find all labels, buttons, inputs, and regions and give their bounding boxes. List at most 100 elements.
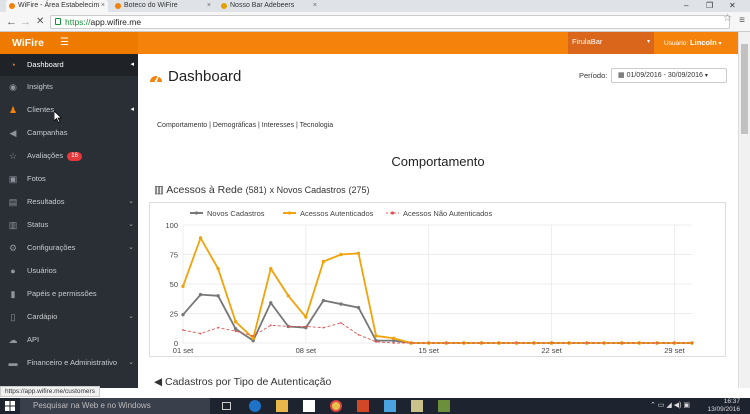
sidebar-item-avaliacoes[interactable]: ☆ Avaliações 16 (0, 145, 138, 167)
sidebar-item-campanhas[interactable]: ◀ Campanhas (0, 122, 138, 144)
x-tick-label: 01 set (173, 346, 194, 355)
brand-logo[interactable]: WiFire (0, 32, 138, 54)
data-point-series-2 (339, 252, 343, 257)
chevron-down-icon: ⌄ (128, 221, 134, 228)
chart-heading-count-cadastros: (275) (348, 185, 370, 195)
user-menu[interactable]: Usuário: Lincoln ▾ (660, 32, 738, 54)
close-tab-icon[interactable]: × (207, 0, 211, 12)
clock-time: 16:37 (723, 398, 740, 405)
data-point-series-3 (533, 342, 535, 344)
sidebar: ◔ Dashboard ◂ ◉ Insights ♟ Clientes ◂ ◀ … (0, 54, 138, 388)
page-title: Dashboard (168, 68, 242, 85)
venue-selector[interactable]: FirulaBar ▾ (568, 32, 654, 54)
address-bar[interactable]: https://app.wifire.me (50, 15, 730, 29)
sidebar-item-financeiro[interactable]: ▬ Financeiro e Administrativo ⌄ (0, 352, 138, 374)
sidebar-item-papeis[interactable]: ▮ Papéis e permissões (0, 283, 138, 305)
chat-icon[interactable] (384, 400, 396, 412)
bookmark-star-icon[interactable]: ☆ (723, 13, 732, 24)
sidebar-item-label: Usuários (27, 266, 57, 275)
browser-menu-icon[interactable]: ≡ (739, 15, 745, 26)
legend-label: Acessos Autenticados (300, 209, 374, 218)
sidebar-item-cardapio[interactable]: ▯ Cardápio ⌄ (0, 306, 138, 328)
chart-heading: ▥ Acessos à Rede (581) x Novos Cadastros… (154, 184, 370, 196)
sidebar-item-resultados[interactable]: ▤ Resultados ⌄ (0, 191, 138, 213)
x-tick-label: 08 set (296, 346, 317, 355)
line-chart: 025507510001 set 08 set 15 set 22 set 29 set… (165, 209, 694, 355)
period-label: Período: (579, 71, 608, 80)
sidebar-item-label: Campanhas (27, 128, 68, 137)
data-point-series-2 (233, 320, 238, 324)
data-point-series-3 (392, 342, 395, 344)
sidebar-item-status[interactable]: ▥ Status ⌄ (0, 214, 138, 236)
system-tray-icons[interactable]: ⌃ ▭ ◢ ◀) ▣ (650, 398, 690, 414)
sidebar-item-api[interactable]: ☁ API (0, 329, 138, 351)
browser-tab-bar: WiFire - Área Estabelecim × Boteco do Wi… (0, 0, 750, 12)
close-tab-icon[interactable]: × (101, 0, 105, 12)
legend-label: Acessos Não Autenticados (403, 209, 492, 218)
book-icon: ▯ (10, 312, 16, 322)
scrollbar-thumb[interactable] (741, 44, 748, 134)
sidebar-item-dashboard[interactable]: ◔ Dashboard ◂ (0, 54, 138, 76)
data-point-series-3 (340, 322, 342, 324)
data-point-series-3 (498, 342, 500, 344)
x-tick-label: 22 set (541, 346, 562, 355)
sidebar-item-fotos[interactable]: ▣ Fotos (0, 168, 138, 190)
clock[interactable]: 16:37 13/09/2016 (700, 398, 740, 414)
browser-tab[interactable]: Boteco do WiFire × (112, 0, 214, 12)
sidebar-item-configuracoes[interactable]: ⚙ Configurações ⌄ (0, 237, 138, 259)
close-window-icon[interactable]: ✕ (729, 0, 736, 12)
app-icon[interactable] (438, 400, 450, 412)
sidebar-item-insights[interactable]: ◉ Insights (0, 76, 138, 98)
megaphone-icon: ◀ (154, 376, 163, 388)
venue-name: FirulaBar (572, 37, 603, 46)
tab-title: WiFire - Área Estabelecim (18, 2, 100, 9)
forward-icon[interactable]: → (20, 15, 31, 29)
sidebar-item-usuarios[interactable]: ● Usuários (0, 260, 138, 282)
url-scheme: https:// (65, 17, 91, 27)
chrome-icon[interactable] (330, 400, 342, 412)
data-point-series-3 (673, 342, 676, 344)
file-explorer-icon[interactable] (276, 400, 288, 412)
windows-start-icon[interactable] (5, 401, 15, 411)
megaphone-icon: ◀ (9, 128, 17, 138)
notepad-icon[interactable] (411, 400, 423, 412)
powerpoint-icon[interactable] (357, 400, 369, 412)
close-tab-icon[interactable]: × (313, 0, 317, 12)
data-point-series-1 (233, 327, 238, 331)
users-icon: ♟ (8, 105, 18, 115)
caret-left-icon: ◂ (130, 106, 134, 113)
sidebar-item-clientes[interactable]: ♟ Clientes ◂ (0, 99, 138, 121)
browser-tab-active[interactable]: WiFire - Área Estabelecim × (6, 0, 108, 12)
avaliacoes-count-badge: 16 (67, 152, 82, 161)
data-point-series-3 (585, 342, 588, 344)
minimize-icon[interactable]: – (684, 0, 688, 12)
data-point-series-3 (375, 340, 377, 343)
period-date-picker[interactable]: ▦ 01/09/2016 - 30/09/2016 ▾ (611, 68, 727, 83)
edge-icon[interactable] (249, 400, 261, 412)
data-point-series-3 (269, 324, 272, 327)
table-icon: ▤ (8, 197, 18, 207)
data-point-series-3 (304, 325, 307, 328)
legend-marker (194, 211, 199, 215)
chevron-down-icon: ▾ (646, 39, 650, 45)
next-section-heading: ◀ Cadastros por Tipo de Autenticação (154, 376, 331, 388)
data-point-series-1 (269, 301, 273, 305)
gears-icon: ⚙ (8, 243, 18, 253)
chevron-down-icon: ⌄ (128, 198, 134, 205)
taskbar-search-input[interactable]: Pesquisar na Web e no Windows (20, 398, 210, 414)
data-point-series-3 (462, 342, 465, 344)
data-point-series-3 (515, 342, 518, 344)
browser-tab[interactable]: Nosso Bar Adebeers × (218, 0, 320, 12)
sidebar-item-label: Insights (27, 82, 53, 91)
wifire-favicon-icon (9, 3, 15, 9)
back-icon[interactable]: ← (6, 15, 17, 29)
task-view-icon[interactable] (222, 402, 231, 410)
hamburger-menu-icon[interactable]: ☰ (60, 32, 69, 54)
data-point-series-2 (391, 336, 396, 340)
data-point-series-1 (181, 312, 185, 317)
maximize-icon[interactable]: ❐ (706, 0, 713, 12)
stop-icon[interactable]: ✕ (36, 15, 44, 29)
page-scrollbar[interactable] (738, 32, 750, 388)
section-subnav[interactable]: Comportamento | Demográficas | Interesse… (157, 122, 333, 129)
store-icon[interactable] (303, 400, 315, 412)
